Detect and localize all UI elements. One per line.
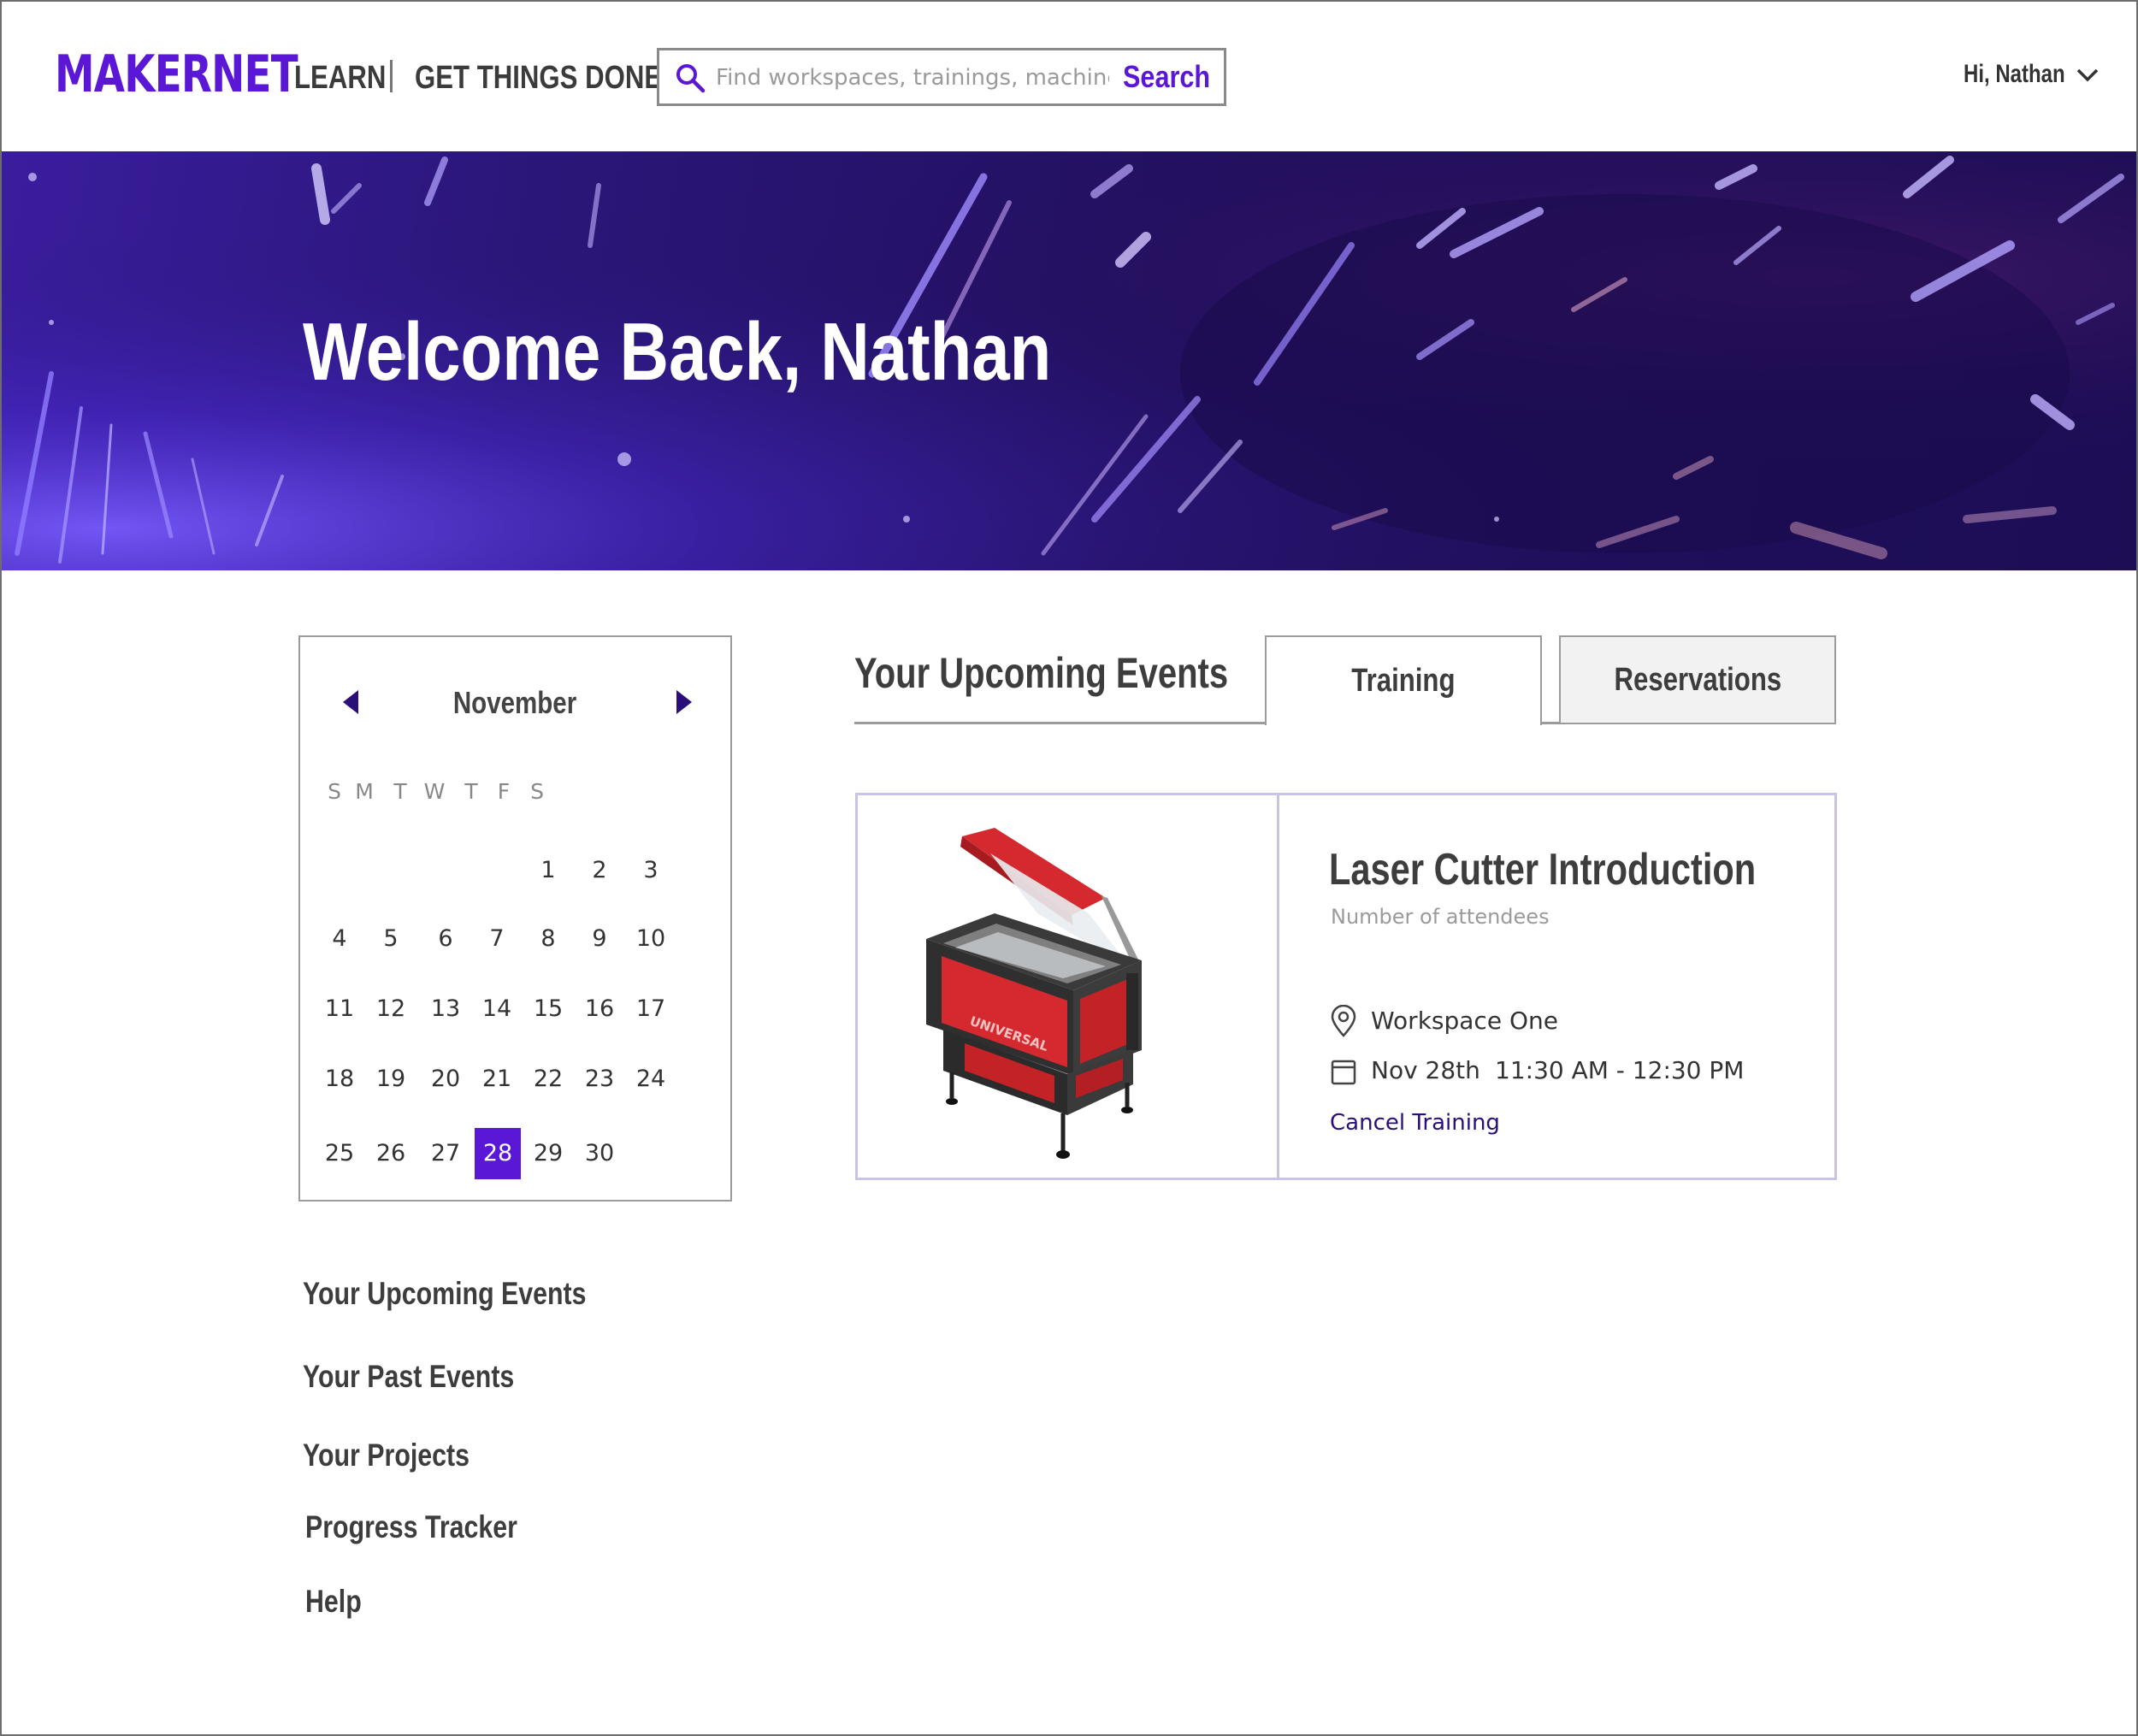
weekday-label: S (530, 779, 544, 804)
calendar-day[interactable]: 22 (526, 1054, 570, 1105)
search-button[interactable]: Search (1123, 59, 1210, 95)
calendar-month: November (453, 685, 577, 720)
welcome-heading: Welcome Back, Nathan (303, 306, 1052, 398)
tab-gap-underline (1540, 722, 1559, 724)
calendar-day[interactable]: 8 (526, 913, 570, 965)
calendar-day[interactable]: 4 (317, 913, 362, 965)
events-heading: Your Upcoming Events (854, 649, 1229, 697)
top-header: MAKERNET LEARN GET THINGS DONE Search Hi… (0, 0, 2138, 151)
calendar-day[interactable]: 21 (475, 1054, 519, 1105)
calendar-day[interactable]: 29 (526, 1128, 570, 1179)
sidebar-item-upcoming-events[interactable]: Your Upcoming Events (303, 1276, 587, 1312)
cancel-training-link[interactable]: Cancel Training (1330, 1110, 1500, 1136)
calendar-day[interactable]: 17 (629, 983, 673, 1035)
tab-reservations[interactable]: Reservations (1559, 635, 1836, 724)
next-month-icon[interactable] (675, 688, 695, 716)
sidebar-item-projects[interactable]: Your Projects (303, 1438, 470, 1473)
nav-get-things-done[interactable]: GET THINGS DONE (415, 60, 662, 97)
calendar-day[interactable]: 10 (629, 913, 673, 965)
calendar-widget: November S M T W T F S 1 2 3 4 5 6 7 8 9 10 11 12 13 14 15 16 1… (298, 635, 732, 1202)
calendar-day[interactable]: 15 (526, 983, 570, 1035)
calendar-day[interactable]: 23 (577, 1054, 622, 1105)
calendar-day[interactable]: 11 (317, 983, 362, 1035)
calendar-day[interactable]: 18 (317, 1054, 362, 1105)
calendar-icon (1331, 1060, 1356, 1085)
calendar-day[interactable]: 25 (317, 1128, 362, 1179)
calendar-day[interactable]: 12 (369, 983, 413, 1035)
calendar-day[interactable]: 19 (369, 1054, 413, 1105)
calendar-day[interactable]: 3 (629, 845, 673, 896)
user-greeting: Hi, Nathan (1964, 60, 2065, 88)
tab-training[interactable]: Training (1265, 635, 1542, 725)
user-menu[interactable]: Hi, Nathan (1964, 60, 2099, 94)
calendar-day[interactable]: 16 (577, 983, 622, 1035)
event-card: UNIVERSAL Laser Cutter Introduction Numb… (855, 793, 1837, 1180)
calendar-day-selected[interactable]: 28 (475, 1128, 521, 1179)
sidebar-item-past-events[interactable]: Your Past Events (303, 1359, 514, 1395)
calendar-day[interactable]: 13 (423, 983, 468, 1035)
laser-cutter-image: UNIVERSAL (926, 828, 1142, 1159)
calendar-day[interactable]: 24 (629, 1054, 673, 1105)
chevron-down-icon (2076, 68, 2099, 82)
calendar-day[interactable]: 26 (369, 1128, 413, 1179)
calendar-day[interactable]: 5 (369, 913, 413, 965)
hero-banner: Welcome Back, Nathan (0, 151, 2138, 570)
events-heading-underline (854, 722, 1267, 724)
event-title[interactable]: Laser Cutter Introduction (1329, 844, 1756, 895)
calendar-day[interactable]: 9 (577, 913, 622, 965)
calendar-day[interactable]: 7 (475, 913, 519, 965)
calendar-day[interactable]: 27 (423, 1128, 468, 1179)
calendar-day[interactable]: 20 (423, 1054, 468, 1105)
calendar-day[interactable]: 1 (526, 845, 570, 896)
event-location: Workspace One (1371, 1007, 1558, 1035)
search-bar: Search (657, 48, 1226, 106)
event-time: 11:30 AM - 12:30 PM (1495, 1056, 1745, 1084)
calendar-day[interactable]: 14 (475, 983, 519, 1035)
card-divider (1277, 795, 1279, 1178)
location-pin-icon (1331, 1005, 1356, 1037)
sidebar-item-help[interactable]: Help (305, 1584, 362, 1620)
calendar-day[interactable]: 6 (423, 913, 468, 965)
calendar-day[interactable]: 30 (577, 1128, 622, 1179)
makernet-logo[interactable]: MAKERNET (55, 44, 298, 104)
calendar-day[interactable]: 2 (577, 845, 622, 896)
sidebar-item-progress-tracker[interactable]: Progress Tracker (305, 1509, 517, 1545)
search-icon[interactable] (675, 62, 706, 93)
event-date: Nov 28th (1371, 1056, 1480, 1084)
nav-learn[interactable]: LEARN (294, 60, 386, 97)
nav-separator (390, 60, 393, 92)
search-input[interactable] (716, 59, 1109, 97)
event-attendees-label: Number of attendees (1331, 905, 1550, 929)
